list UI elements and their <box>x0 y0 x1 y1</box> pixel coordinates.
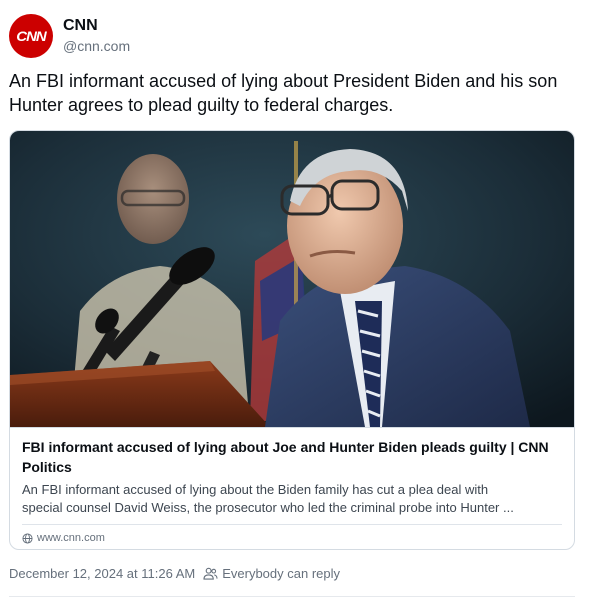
card-divider <box>22 524 562 525</box>
card-body: FBI informant accused of lying about Joe… <box>10 427 574 544</box>
post-timestamp[interactable]: December 12, 2024 at 11:26 AM <box>9 566 195 581</box>
divider <box>9 596 575 597</box>
card-description-line: An FBI informant accused of lying about … <box>22 482 489 497</box>
post: CNN CNN @cnn.com An FBI informant accuse… <box>0 0 591 605</box>
reply-setting[interactable]: Everybody can reply <box>203 566 340 581</box>
card-domain: www.cnn.com <box>22 532 564 544</box>
author-display-name[interactable]: CNN <box>63 16 130 36</box>
post-text: An FBI informant accused of lying about … <box>9 71 558 115</box>
card-domain-text: www.cnn.com <box>37 532 105 544</box>
card-description-line: special counsel David Weiss, the prosecu… <box>22 500 514 515</box>
card-title: FBI informant accused of lying about Joe… <box>22 439 549 475</box>
globe-icon <box>22 532 33 544</box>
author-info: CNN @cnn.com <box>63 16 130 56</box>
cnn-logo: CNN <box>16 27 46 45</box>
link-card[interactable]: FBI informant accused of lying about Joe… <box>9 130 575 550</box>
author-handle[interactable]: @cnn.com <box>63 36 130 56</box>
post-meta: December 12, 2024 at 11:26 AM Everybody … <box>9 566 340 581</box>
avatar[interactable]: CNN <box>9 14 53 58</box>
post-header: CNN CNN @cnn.com <box>9 14 130 58</box>
card-description: An FBI informant accused of lying about … <box>22 481 564 517</box>
reply-setting-label: Everybody can reply <box>222 566 340 581</box>
card-image <box>10 131 574 427</box>
people-icon <box>203 567 218 580</box>
